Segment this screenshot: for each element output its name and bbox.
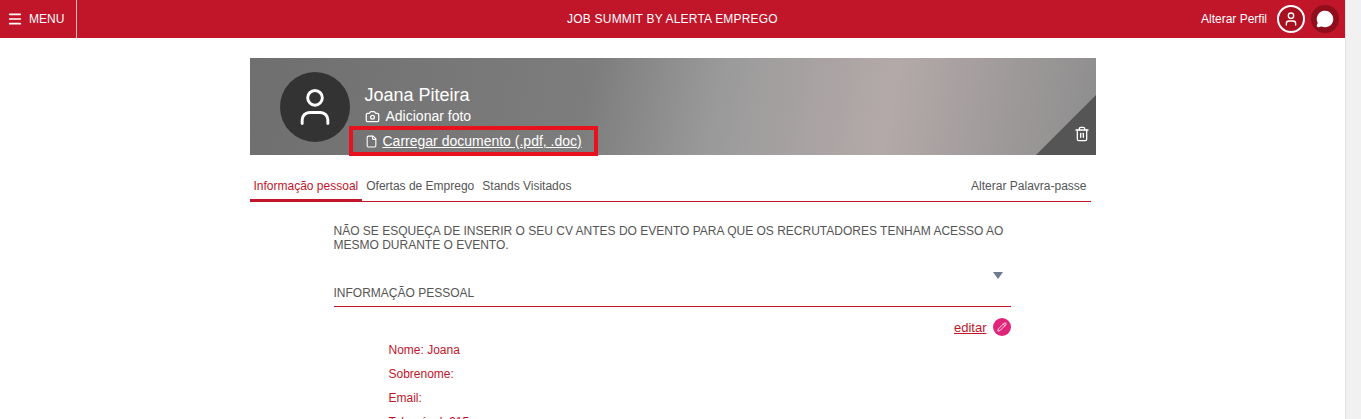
upload-document-link[interactable]: Carregar documento (.pdf, .doc) [349, 126, 598, 156]
profile-banner: Joana PiteiraAdicionar fotoCarregar docu… [250, 58, 1096, 155]
page: MENU JOB SUMMIT BY ALERTA EMPREGO Alterar … [0, 0, 1361, 419]
top-bar: MENU JOB SUMMIT BY ALERTA EMPREGO Alterar … [0, 0, 1345, 38]
tab[interactable]: Informação pessoal [250, 171, 363, 202]
document-icon [365, 135, 378, 148]
app-title: JOB SUMMIT BY ALERTA EMPREGO [567, 12, 778, 26]
trash-icon [1074, 126, 1090, 142]
change-password-link[interactable]: Alterar Palavra-passe [967, 171, 1090, 202]
add-photo-link[interactable]: Adicionar foto [365, 106, 472, 126]
profile-name: Joana Piteira [365, 84, 470, 106]
pencil-icon [997, 322, 1007, 332]
profile-button[interactable] [1277, 5, 1305, 33]
profile-link[interactable]: Alterar Perfil [1201, 12, 1267, 26]
profile-main: Joana PiteiraAdicionar fotoCarregar docu… [250, 58, 1096, 419]
chat-icon [1316, 10, 1334, 28]
delete-button[interactable] [1074, 126, 1090, 145]
user-icon [1283, 11, 1299, 27]
menu-button[interactable]: MENU [0, 0, 77, 38]
tab[interactable]: Ofertas de Emprego [362, 171, 478, 202]
edit-button[interactable] [993, 318, 1011, 336]
section-title: INFORMAÇÃO PESSOAL [334, 286, 1011, 307]
chat-button[interactable] [1311, 5, 1339, 33]
camera-icon [365, 109, 380, 124]
field-list: Nome: JoanaSobrenome:Email:Telemóvel: 91… [334, 338, 1011, 419]
avatar [280, 72, 350, 142]
hamburger-icon [7, 11, 23, 27]
field-row: Email: [389, 386, 1011, 410]
scrollbar[interactable] [1345, 0, 1361, 419]
field-row: Nome: Joana [389, 338, 1011, 362]
tab-bar: Informação pessoalOfertas de EmpregoStan… [250, 155, 1091, 202]
expand-caret-icon[interactable] [993, 272, 1003, 279]
section-toggle-row [334, 270, 1011, 280]
banner-corner [1036, 95, 1096, 155]
edit-row: editar [334, 318, 1011, 336]
edit-link[interactable]: editar [954, 320, 987, 335]
avatar-user-icon [293, 85, 337, 129]
tab[interactable]: Stands Visitados [478, 171, 575, 202]
top-bar-actions: Alterar Perfil [1201, 5, 1345, 33]
field-row: Sobrenome: [389, 362, 1011, 386]
cv-notice: NÃO SE ESQUEÇA DE INSERIR O SEU CV ANTES… [334, 224, 1011, 252]
menu-label: MENU [29, 12, 64, 26]
field-row: Telemóvel: 915 [389, 410, 1011, 419]
profile-info: Joana PiteiraAdicionar fotoCarregar docu… [365, 58, 598, 156]
content: MENU JOB SUMMIT BY ALERTA EMPREGO Alterar … [0, 0, 1345, 419]
personal-info-body: NÃO SE ESQUEÇA DE INSERIR O SEU CV ANTES… [334, 202, 1011, 419]
